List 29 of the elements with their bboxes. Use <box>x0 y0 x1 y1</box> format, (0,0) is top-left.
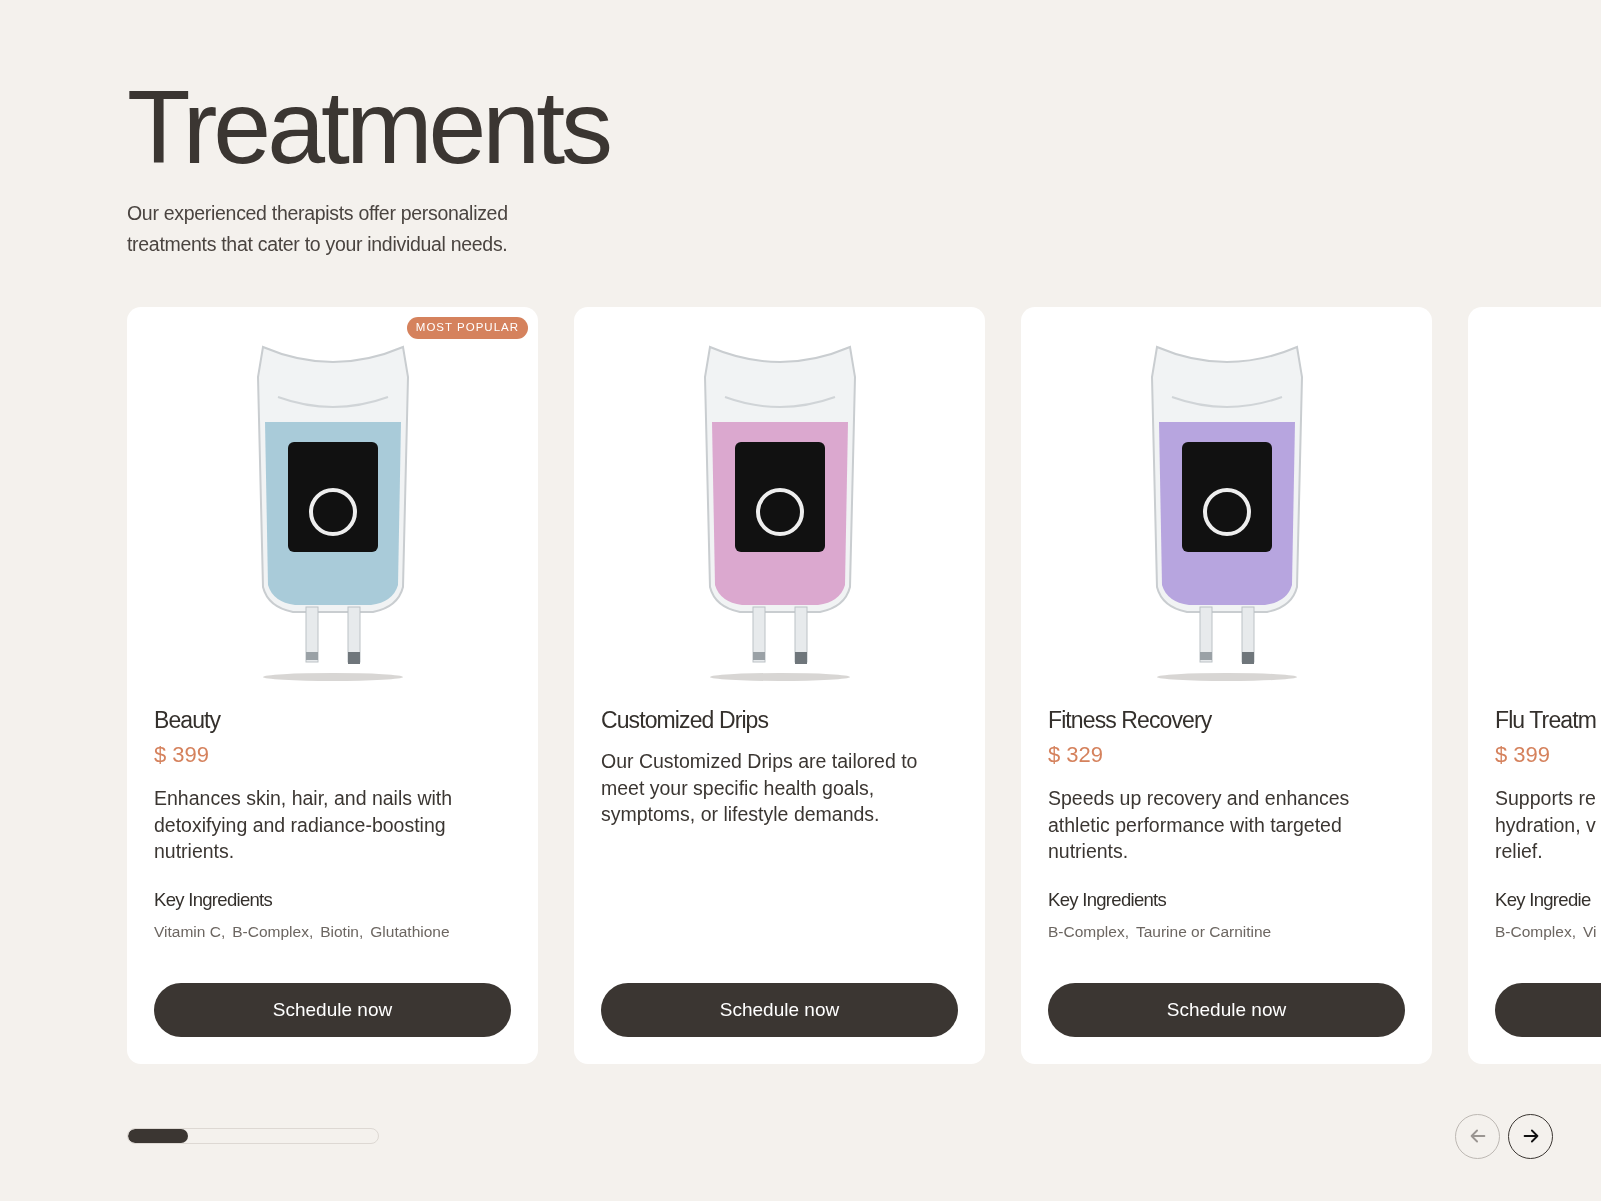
description: Speeds up recovery and enhances athletic performance with targeted nutrients. <box>1048 786 1351 865</box>
ingredient: Glutathione <box>370 922 450 943</box>
schedule-button[interactable]: Schedule now <box>1048 982 1405 1037</box>
description: Our Customized Drips are tailored to meet your specific health goals, symptoms, or lifestyle demands. <box>601 749 919 828</box>
ingredients-heading: Key Ingredients <box>154 888 274 913</box>
ingredient: Biotin, <box>320 922 364 943</box>
treatment-name: Fitness Recovery <box>1048 706 1213 735</box>
description: Enhances skin, hair, and nails with detoxifying and radiance-boosting nutrients. <box>154 786 454 865</box>
ingredient: Vitamin C, <box>154 922 226 943</box>
price: $ 329 <box>1048 741 1105 770</box>
treatment-name: Beauty <box>154 706 222 735</box>
schedule-button[interactable] <box>1495 982 1601 1037</box>
ingredient: B-Complex, <box>1495 922 1576 943</box>
price: $ 399 <box>154 741 211 770</box>
ingredients-heading: Key Ingredie <box>1495 888 1592 913</box>
intro-text: Our experienced therapists offer personalized treatments that cater to your individual needs. <box>127 201 509 257</box>
most-popular-badge: MOST POPULAR <box>406 316 528 339</box>
page-heading: Treatments <box>127 70 611 185</box>
ingredient: Vi <box>1582 922 1597 943</box>
schedule-button[interactable]: Schedule now <box>154 982 511 1037</box>
treatment-name: Flu Treatm <box>1495 706 1597 735</box>
treatment-name: Customized Drips <box>601 706 770 735</box>
description: Supports re hydration, v relief. <box>1495 786 1597 865</box>
ingredients-heading: Key Ingredients <box>1048 888 1168 913</box>
ingredient: B-Complex, <box>232 922 314 943</box>
schedule-button[interactable]: Schedule now <box>601 982 958 1037</box>
price: $ 399 <box>1495 741 1552 770</box>
ingredient: B-Complex, <box>1048 922 1129 943</box>
ingredient: Taurine or Carnitine <box>1135 922 1272 943</box>
